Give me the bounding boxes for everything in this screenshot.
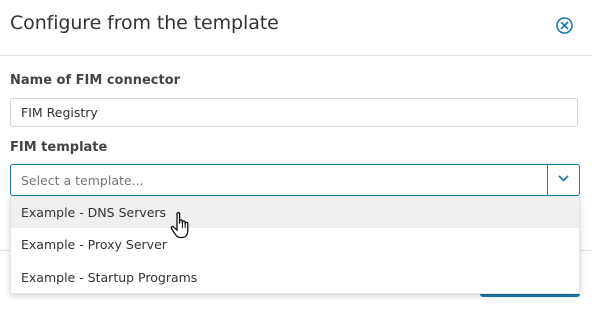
fim-template-select[interactable]: Select a template... bbox=[10, 164, 580, 196]
fim-template-dropdown: Example - DNS Servers Example - Proxy Se… bbox=[10, 196, 580, 294]
connector-name-label: Name of FIM connector bbox=[10, 73, 181, 88]
template-option-dns-servers[interactable]: Example - DNS Servers bbox=[11, 196, 579, 228]
configure-template-dialog: Configure from the template Name of FIM … bbox=[0, 0, 592, 310]
template-option-startup-programs[interactable]: Example - Startup Programs bbox=[11, 261, 579, 293]
fim-template-placeholder: Select a template... bbox=[21, 173, 144, 188]
close-icon[interactable] bbox=[555, 16, 574, 35]
hand-pointer-icon bbox=[170, 211, 194, 245]
dialog-header: Configure from the template bbox=[0, 0, 592, 56]
fim-template-label: FIM template bbox=[10, 140, 108, 155]
connector-name-input[interactable] bbox=[10, 98, 578, 127]
dropdown-toggle[interactable] bbox=[547, 165, 579, 195]
chevron-down-icon bbox=[558, 175, 569, 182]
dialog-title: Configure from the template bbox=[10, 12, 279, 34]
template-option-proxy-server[interactable]: Example - Proxy Server bbox=[11, 228, 579, 260]
